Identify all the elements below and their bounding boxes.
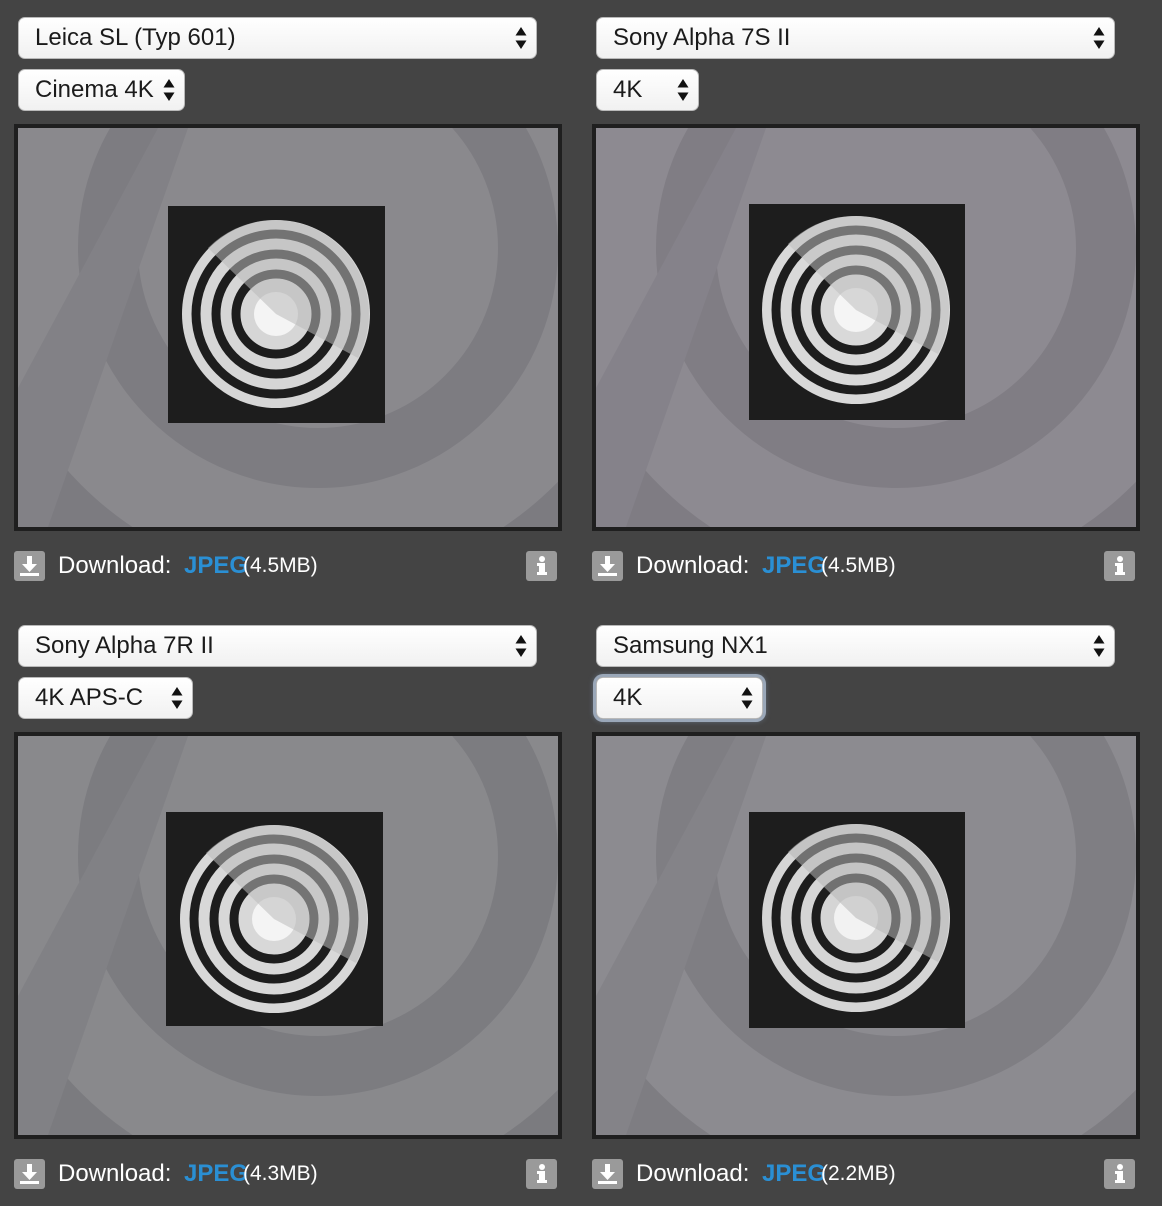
- file-size: (4.5MB): [243, 554, 318, 577]
- sample-image[interactable]: [18, 736, 558, 1135]
- download-icon[interactable]: [592, 551, 623, 581]
- camera-select-value: Sony Alpha 7S II: [613, 24, 791, 51]
- sample-image-frame: [14, 732, 562, 1139]
- info-icon[interactable]: [526, 551, 557, 581]
- sample-image-frame: [592, 124, 1140, 531]
- download-label: Download:: [636, 1160, 750, 1187]
- select-arrows-icon: [1093, 634, 1105, 658]
- camera-select[interactable]: Samsung NX1: [596, 625, 1115, 667]
- select-arrows-icon: [171, 686, 183, 710]
- download-row: Download: JPEG (4.5MB): [14, 549, 562, 583]
- mode-select[interactable]: 4K APS-C: [18, 677, 193, 719]
- info-icon[interactable]: [526, 1159, 557, 1189]
- camera-select-value: Samsung NX1: [613, 632, 768, 659]
- jpeg-download-link[interactable]: JPEG: [762, 1157, 826, 1191]
- download-row: Download: JPEG (4.5MB): [592, 549, 1140, 583]
- sample-image-frame: [592, 732, 1140, 1139]
- select-arrows-icon: [677, 78, 689, 102]
- file-size: (4.5MB): [821, 554, 896, 577]
- mode-select-value: 4K APS-C: [35, 684, 144, 711]
- download-icon[interactable]: [14, 1159, 45, 1189]
- jpeg-download-link[interactable]: JPEG: [762, 549, 826, 583]
- camera-select[interactable]: Sony Alpha 7R II: [18, 625, 537, 667]
- select-arrows-icon: [163, 78, 175, 102]
- info-icon[interactable]: [1104, 1159, 1135, 1189]
- download-label: Download:: [58, 1160, 172, 1187]
- sample-image[interactable]: [596, 128, 1136, 527]
- download-label: Download:: [58, 552, 172, 579]
- camera-select[interactable]: Leica SL (Typ 601): [18, 17, 537, 59]
- mode-select[interactable]: 4K: [596, 69, 699, 111]
- download-row: Download: JPEG (2.2MB): [592, 1157, 1140, 1191]
- file-size: (4.3MB): [243, 1162, 318, 1185]
- sample-image[interactable]: [596, 736, 1136, 1135]
- mode-select-value: Cinema 4K: [35, 76, 154, 103]
- download-label: Download:: [636, 552, 750, 579]
- download-row: Download: JPEG (4.3MB): [14, 1157, 562, 1191]
- mode-select[interactable]: Cinema 4K: [18, 69, 185, 111]
- mode-select-value: 4K: [613, 684, 643, 711]
- sample-image[interactable]: [18, 128, 558, 527]
- jpeg-download-link[interactable]: JPEG: [184, 1157, 248, 1191]
- jpeg-download-link[interactable]: JPEG: [184, 549, 248, 583]
- mode-select-value: 4K: [613, 76, 643, 103]
- camera-select-value: Leica SL (Typ 601): [35, 24, 236, 51]
- file-size: (2.2MB): [821, 1162, 896, 1185]
- download-icon[interactable]: [14, 551, 45, 581]
- select-arrows-icon: [741, 686, 753, 710]
- camera-select-value: Sony Alpha 7R II: [35, 632, 214, 659]
- select-arrows-icon: [515, 26, 527, 50]
- select-arrows-icon: [1093, 26, 1105, 50]
- sample-image-frame: [14, 124, 562, 531]
- download-icon[interactable]: [592, 1159, 623, 1189]
- mode-select[interactable]: 4K: [596, 677, 763, 719]
- camera-select[interactable]: Sony Alpha 7S II: [596, 17, 1115, 59]
- select-arrows-icon: [515, 634, 527, 658]
- info-icon[interactable]: [1104, 551, 1135, 581]
